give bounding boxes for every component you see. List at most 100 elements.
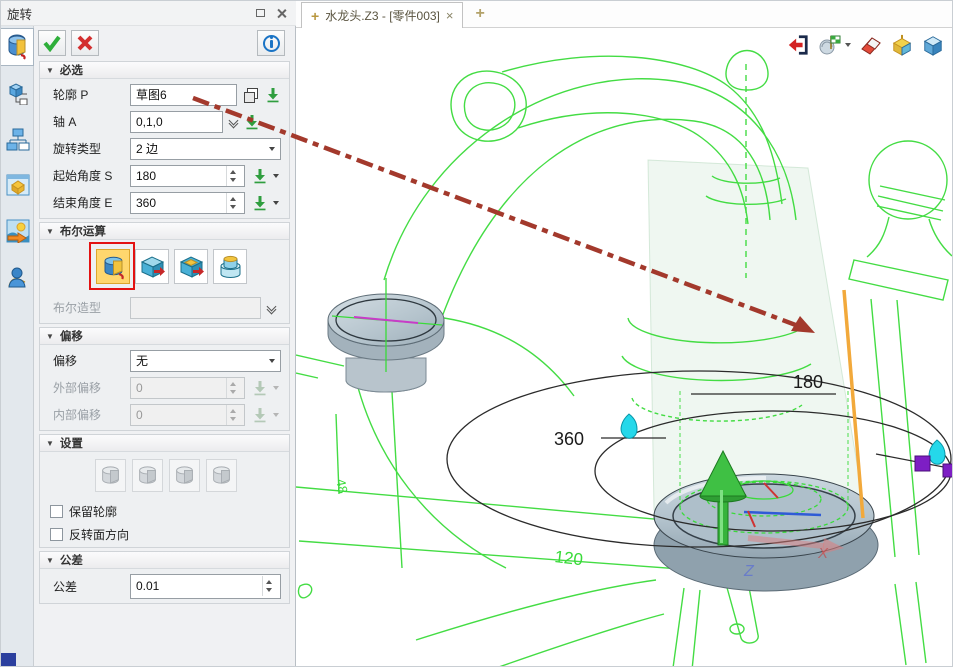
green-arrow-glyph xyxy=(252,380,268,396)
info-icon[interactable] xyxy=(257,30,285,56)
flip-face-checkbox[interactable] xyxy=(50,528,63,541)
viewport-canvas[interactable]: 180 360 48 120 xyxy=(296,28,953,667)
spinner[interactable] xyxy=(262,576,275,596)
start-angle-label: 起始角度 S xyxy=(53,167,130,184)
end-angle-row: 结束角度 E xyxy=(53,191,281,214)
boolean-shape-input xyxy=(136,301,255,315)
datum-node-icon[interactable] xyxy=(1,74,34,112)
settings-icons-row xyxy=(40,452,289,498)
new-tab-button[interactable]: + xyxy=(475,5,484,23)
restore-icon[interactable] xyxy=(252,6,269,21)
revolve-tool-icon[interactable] xyxy=(1,28,34,66)
tab-close-icon[interactable]: × xyxy=(446,8,454,23)
chevron-down-icon[interactable] xyxy=(845,43,851,47)
drag-cone-icon[interactable] xyxy=(621,414,637,438)
boolean-add-icon[interactable] xyxy=(135,249,169,284)
solid-box-icon[interactable] xyxy=(1,166,34,204)
copy-icon[interactable] xyxy=(244,88,258,102)
section-required-header[interactable]: ▼ 必选 xyxy=(40,62,289,79)
flip-face-label: 反转面方向 xyxy=(69,526,129,543)
axis-input[interactable] xyxy=(136,115,217,129)
width-dim-label[interactable]: 120 xyxy=(554,547,584,569)
collapse-icon: ▼ xyxy=(46,227,54,236)
user-icon[interactable] xyxy=(1,258,34,296)
square-handle-icon[interactable] xyxy=(943,464,953,477)
boolean-shape-field[interactable] xyxy=(130,297,261,319)
spinner xyxy=(226,405,239,425)
pick-from-list-icon[interactable] xyxy=(244,114,260,130)
pick-from-list-icon-disabled xyxy=(252,380,268,396)
offset-select[interactable]: 无 xyxy=(130,350,281,372)
keep-profile-checkbox[interactable] xyxy=(50,505,63,518)
revolve-style-3-icon xyxy=(169,459,200,492)
left-toolbar xyxy=(1,26,34,667)
tolerance-label: 公差 xyxy=(53,578,130,595)
viewport-toolbar xyxy=(787,34,944,56)
spinner[interactable] xyxy=(226,193,239,213)
boolean-add-glyph xyxy=(139,253,166,280)
boolean-base-icon[interactable] xyxy=(96,249,130,284)
render-scene-icon[interactable] xyxy=(1,212,34,250)
section-boolean: ▼ 布尔运算 xyxy=(39,222,290,324)
chevron-down-icon xyxy=(273,413,279,417)
pick-from-list-icon[interactable] xyxy=(265,87,281,103)
section-required: ▼ 必选 轮廓 P 轴 A xyxy=(39,61,290,219)
double-chevron-icon[interactable] xyxy=(230,117,237,127)
square-handle-icon[interactable] xyxy=(915,456,930,471)
eraser-icon[interactable] xyxy=(860,34,882,56)
end-angle-label: 结束角度 E xyxy=(53,194,130,211)
inner-offset-input xyxy=(136,408,226,422)
tolerance-input[interactable] xyxy=(136,579,262,593)
collapse-icon: ▼ xyxy=(46,66,54,75)
end-angle-input[interactable] xyxy=(136,196,226,210)
revolve-style-1-icon xyxy=(95,459,126,492)
axis-field[interactable] xyxy=(130,111,223,133)
cube-icon[interactable] xyxy=(922,34,944,56)
boolean-remove-icon[interactable] xyxy=(174,249,208,284)
section-boolean-header[interactable]: ▼ 布尔运算 xyxy=(40,223,289,240)
start-angle-field[interactable] xyxy=(130,165,245,187)
end-angle-field[interactable] xyxy=(130,192,245,214)
panel-title: 旋转 xyxy=(7,4,248,23)
offset-row: 偏移 无 xyxy=(53,349,281,372)
chevron-down-icon[interactable] xyxy=(273,174,279,178)
pin-box-icon[interactable] xyxy=(891,34,913,56)
axis-label: 轴 A xyxy=(53,113,130,130)
start-angle-dim-label[interactable]: 180 xyxy=(793,372,823,392)
collapse-icon: ▼ xyxy=(46,439,54,448)
cancel-cross-icon[interactable] xyxy=(71,30,99,56)
profile-field[interactable] xyxy=(130,84,237,106)
pick-from-list-icon[interactable] xyxy=(252,168,268,184)
assembly-tree-icon[interactable] xyxy=(1,120,34,158)
end-angle-dim-label[interactable]: 360 xyxy=(554,429,584,449)
exit-icon[interactable] xyxy=(787,34,809,56)
outer-offset-field xyxy=(130,377,245,399)
pick-from-list-icon[interactable] xyxy=(252,195,268,211)
document-tab[interactable]: + 水龙头.Z3 - [零件003] × xyxy=(301,2,463,28)
zw3d-window: 旋转 xyxy=(0,0,953,667)
chevron-down-icon[interactable] xyxy=(273,201,279,205)
verify-flag-icon[interactable] xyxy=(818,34,851,56)
collapse-icon: ▼ xyxy=(46,556,54,565)
keep-profile-row: 保留轮廓 xyxy=(50,501,289,521)
ok-check-icon[interactable] xyxy=(38,30,66,56)
section-settings-header[interactable]: ▼ 设置 xyxy=(40,435,289,452)
boolean-remove-glyph xyxy=(178,253,205,280)
start-angle-input[interactable] xyxy=(136,169,226,183)
spinner[interactable] xyxy=(226,166,239,186)
section-offset-header[interactable]: ▼ 偏移 xyxy=(40,328,289,345)
green-arrow-glyph xyxy=(252,407,268,423)
close-icon[interactable] xyxy=(273,6,290,21)
flip-face-row: 反转面方向 xyxy=(50,524,289,544)
revolve-style-4-icon xyxy=(206,459,237,492)
section-tolerance-header[interactable]: ▼ 公差 xyxy=(40,552,289,569)
boolean-intersect-icon[interactable] xyxy=(213,249,247,284)
profile-input[interactable] xyxy=(136,88,231,102)
profile-label: 轮廓 P xyxy=(53,86,130,103)
revolve-type-select[interactable]: 2 边 xyxy=(130,138,281,160)
spinner xyxy=(226,378,239,398)
green-arrow-glyph xyxy=(265,87,281,103)
tolerance-field[interactable] xyxy=(130,574,281,599)
height-dim-label[interactable]: 48 xyxy=(333,478,351,495)
double-chevron-icon[interactable] xyxy=(268,303,275,313)
